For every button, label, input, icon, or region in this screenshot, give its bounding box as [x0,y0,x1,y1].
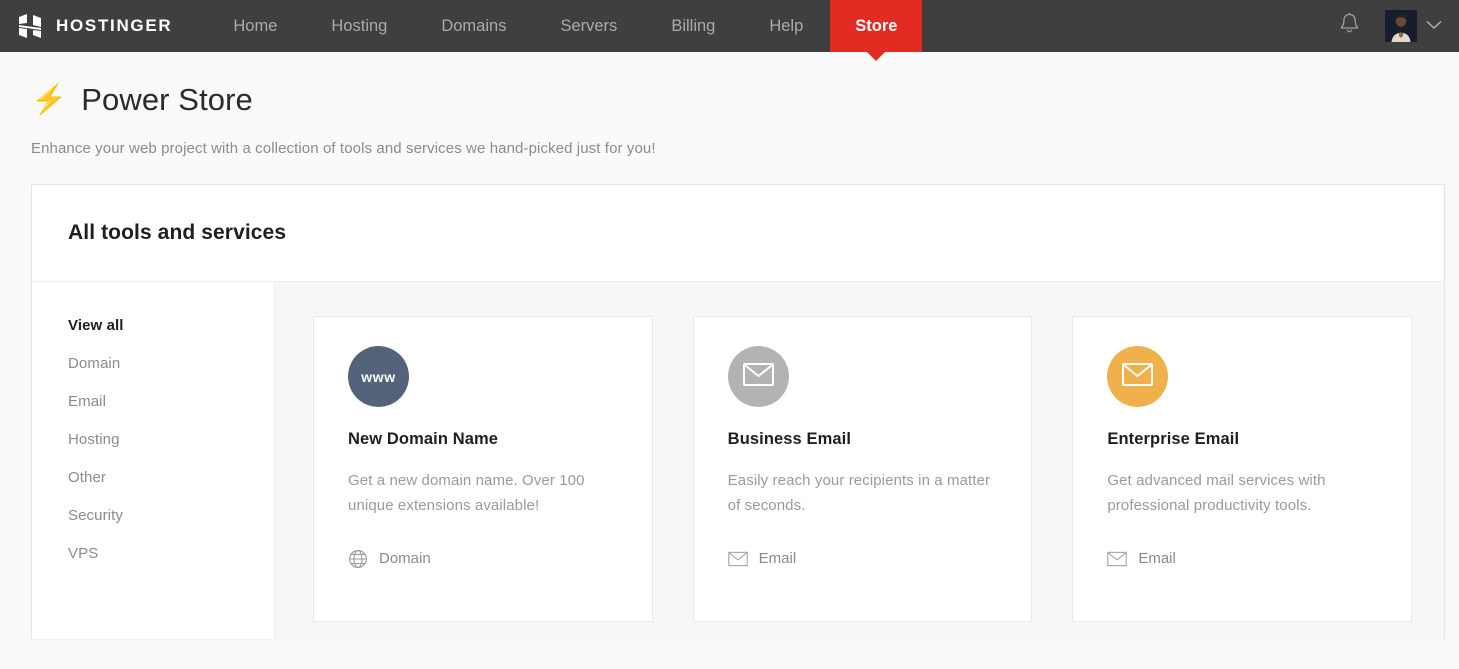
card-category-tag: Email [728,549,998,569]
page-header: ⚡ Power Store Enhance your web project w… [0,52,1459,157]
envelope-icon [1107,549,1127,569]
envelope-icon [728,549,748,569]
filter-item-hosting[interactable]: Hosting [68,431,274,448]
envelope-icon [743,363,774,391]
card-category-label: Email [1138,550,1176,567]
card-title: Enterprise Email [1107,430,1377,449]
avatar[interactable] [1385,10,1417,42]
page-subtitle: Enhance your web project with a collecti… [31,140,1459,157]
globe-icon [348,549,368,569]
bell-icon [1339,12,1360,40]
nav-right-cluster [1325,0,1459,52]
filter-item-vps[interactable]: VPS [68,545,274,562]
nav-item-home[interactable]: Home [206,0,304,52]
category-filter-list: View all Domain Email Hosting Other Secu… [32,282,275,639]
product-card-new-domain-name[interactable]: www New Domain Name Get a new domain nam… [313,316,653,622]
panel-heading: All tools and services [68,221,286,245]
brand-name: HOSTINGER [56,16,172,36]
filter-item-security[interactable]: Security [68,507,274,524]
nav-item-help[interactable]: Help [742,0,830,52]
nav-item-domains[interactable]: Domains [414,0,533,52]
page-title-text: Power Store [81,82,253,118]
filter-item-domain[interactable]: Domain [68,355,274,372]
card-description: Easily reach your recipients in a matter… [728,469,998,519]
nav-item-store[interactable]: Store [830,0,922,52]
chevron-down-icon [1426,17,1442,35]
panel-header: All tools and services [32,185,1444,282]
top-navigation-bar: HOSTINGER Home Hosting Domains Servers B… [0,0,1459,52]
envelope-icon [1122,363,1153,391]
card-badge-envelope [728,346,789,407]
brand-home-link[interactable]: HOSTINGER [0,0,172,52]
filter-item-view-all[interactable]: View all [68,317,274,334]
lightning-bolt-icon: ⚡ [31,86,67,115]
filter-item-email[interactable]: Email [68,393,274,410]
product-card-enterprise-email[interactable]: Enterprise Email Get advanced mail servi… [1072,316,1412,622]
nav-item-hosting[interactable]: Hosting [304,0,414,52]
card-title: New Domain Name [348,430,618,449]
notifications-button[interactable] [1325,0,1373,52]
filter-item-other[interactable]: Other [68,469,274,486]
card-category-tag: Domain [348,549,618,569]
product-cards-grid: www New Domain Name Get a new domain nam… [313,316,1412,622]
card-description: Get advanced mail services with professi… [1107,469,1377,519]
main-menu: Home Hosting Domains Servers Billing Hel… [206,0,922,52]
product-cards-region: www New Domain Name Get a new domain nam… [275,282,1444,639]
card-badge-envelope [1107,346,1168,407]
card-description: Get a new domain name. Over 100 unique e… [348,469,618,519]
account-menu-button[interactable] [1417,0,1451,52]
page-title: ⚡ Power Store [31,82,1459,118]
nav-item-servers[interactable]: Servers [533,0,644,52]
product-card-business-email[interactable]: Business Email Easily reach your recipie… [693,316,1033,622]
tools-and-services-panel: All tools and services View all Domain E… [31,184,1445,639]
card-category-label: Email [759,550,797,567]
www-badge-text: www [361,369,395,385]
card-category-label: Domain [379,550,431,567]
nav-item-billing[interactable]: Billing [644,0,742,52]
hostinger-h-logo-icon [17,13,43,39]
card-title: Business Email [728,430,998,449]
card-badge-www: www [348,346,409,407]
panel-body: View all Domain Email Hosting Other Secu… [32,282,1444,639]
card-category-tag: Email [1107,549,1377,569]
